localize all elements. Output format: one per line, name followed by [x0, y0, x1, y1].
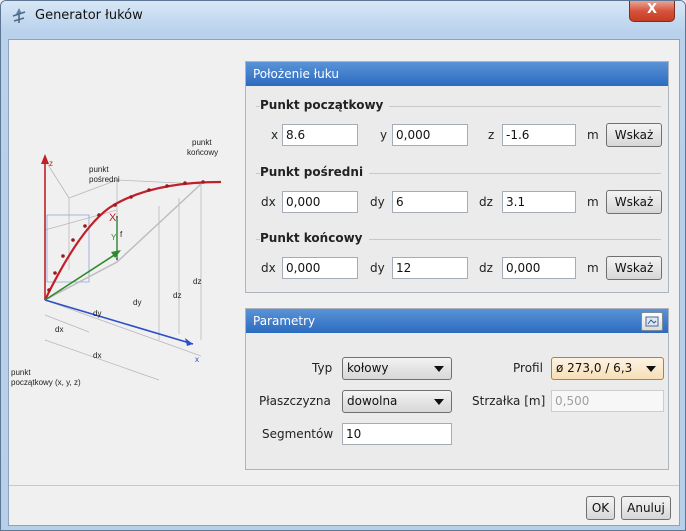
mid-dy-label: dy	[370, 195, 385, 209]
start-point-label-1: punkt	[11, 368, 31, 377]
plane-label: Płaszczyzna	[259, 394, 331, 408]
end-dx-label: dx	[261, 261, 276, 275]
profile-catalog-icon[interactable]	[641, 312, 663, 331]
start-z-input[interactable]	[502, 124, 576, 146]
end-dz-input[interactable]	[502, 257, 576, 279]
profile-select-value: ø 273,0 / 6,3	[556, 361, 633, 375]
dx-label-1: dx	[55, 325, 63, 334]
chevron-down-icon	[434, 399, 444, 405]
end-unit-label: m	[587, 261, 599, 275]
start-unit-label: m	[587, 128, 599, 142]
end-point-label-1: punkt	[192, 138, 212, 147]
title-bar[interactable]: Generator łuków X	[1, 1, 685, 31]
dialog-body: z x Y punkt końcowy punkt pośredni punkt…	[8, 39, 680, 526]
parameters-group: Parametry Typ kołowy Profil ø 273,0 / 6,…	[245, 308, 669, 470]
start-point-title: Punkt początkowy	[260, 98, 390, 112]
ok-button[interactable]: OK	[586, 496, 615, 520]
end-point-title: Punkt końcowy	[260, 231, 369, 245]
start-z-label: z	[488, 128, 495, 142]
segments-input[interactable]	[342, 423, 452, 445]
mid-point-label-2: pośredni	[89, 175, 120, 184]
start-x-input[interactable]	[282, 124, 358, 146]
type-label: Typ	[312, 361, 333, 375]
arc-diagram: z x Y punkt końcowy punkt pośredni punkt…	[11, 138, 222, 387]
mid-dx-label: dx	[261, 195, 276, 209]
sagitta-input	[551, 390, 664, 412]
chevron-down-icon	[646, 366, 656, 372]
start-pick-button[interactable]: Wskaż	[606, 123, 662, 147]
start-y-input[interactable]	[392, 124, 468, 146]
dz-label-2: dz	[173, 291, 181, 300]
arc-position-group: Położenie łuku Punkt początkowy x y z m …	[245, 61, 669, 293]
chevron-down-icon	[434, 366, 444, 372]
end-dy-input[interactable]	[392, 257, 468, 279]
catalog-icon	[645, 316, 659, 327]
type-select[interactable]: kołowy	[342, 357, 452, 380]
mid-point-label-1: punkt	[89, 165, 109, 174]
y-axis-label: Y	[111, 233, 117, 242]
arc-position-header: Położenie łuku	[246, 62, 668, 86]
x-axis-label: x	[195, 355, 199, 364]
mid-pick-button[interactable]: Wskaż	[606, 190, 662, 214]
mid-dz-input[interactable]	[502, 191, 576, 213]
dz-label-1: dz	[193, 277, 201, 286]
end-pick-button[interactable]: Wskaż	[606, 256, 662, 280]
close-button[interactable]: X	[629, 1, 675, 22]
dx-label-2: dx	[93, 351, 101, 360]
mid-dy-input[interactable]	[392, 191, 468, 213]
dy-label-2: dy	[93, 309, 101, 318]
mid-dx-input[interactable]	[282, 191, 358, 213]
start-x-label: x	[271, 128, 279, 142]
mid-unit-label: m	[587, 195, 599, 209]
profile-label: Profil	[513, 361, 543, 375]
mid-dz-label: dz	[479, 195, 493, 209]
f-label: f	[120, 230, 123, 239]
app-icon	[12, 8, 26, 23]
x-marker-label: X	[109, 212, 117, 224]
sagitta-label: Strzałka [m]	[472, 394, 546, 408]
mid-point-title: Punkt pośredni	[260, 165, 370, 179]
type-select-value: kołowy	[347, 361, 389, 375]
start-y-label: y	[380, 128, 388, 142]
end-point-label-2: końcowy	[187, 148, 218, 157]
dy-label-1: dy	[133, 298, 141, 307]
parameters-header: Parametry	[246, 309, 668, 333]
z-axis-label: z	[49, 159, 53, 168]
end-dy-label: dy	[370, 261, 385, 275]
plane-select-value: dowolna	[347, 394, 398, 408]
end-dx-input[interactable]	[282, 257, 358, 279]
footer-divider	[9, 485, 679, 486]
end-dz-label: dz	[479, 261, 493, 275]
parameters-title: Parametry	[253, 314, 316, 328]
segments-label: Segmentów	[262, 427, 334, 441]
profile-select[interactable]: ø 273,0 / 6,3	[551, 357, 664, 380]
start-point-label-2: początkowy (x, y, z)	[11, 378, 81, 387]
window-title: Generator łuków	[35, 8, 143, 23]
cancel-button[interactable]: Anuluj	[621, 496, 671, 520]
plane-select[interactable]: dowolna	[342, 390, 452, 413]
close-icon: X	[646, 2, 658, 17]
arc-generator-window: Generator łuków X z x Y punkt końcowy pu…	[0, 0, 686, 531]
